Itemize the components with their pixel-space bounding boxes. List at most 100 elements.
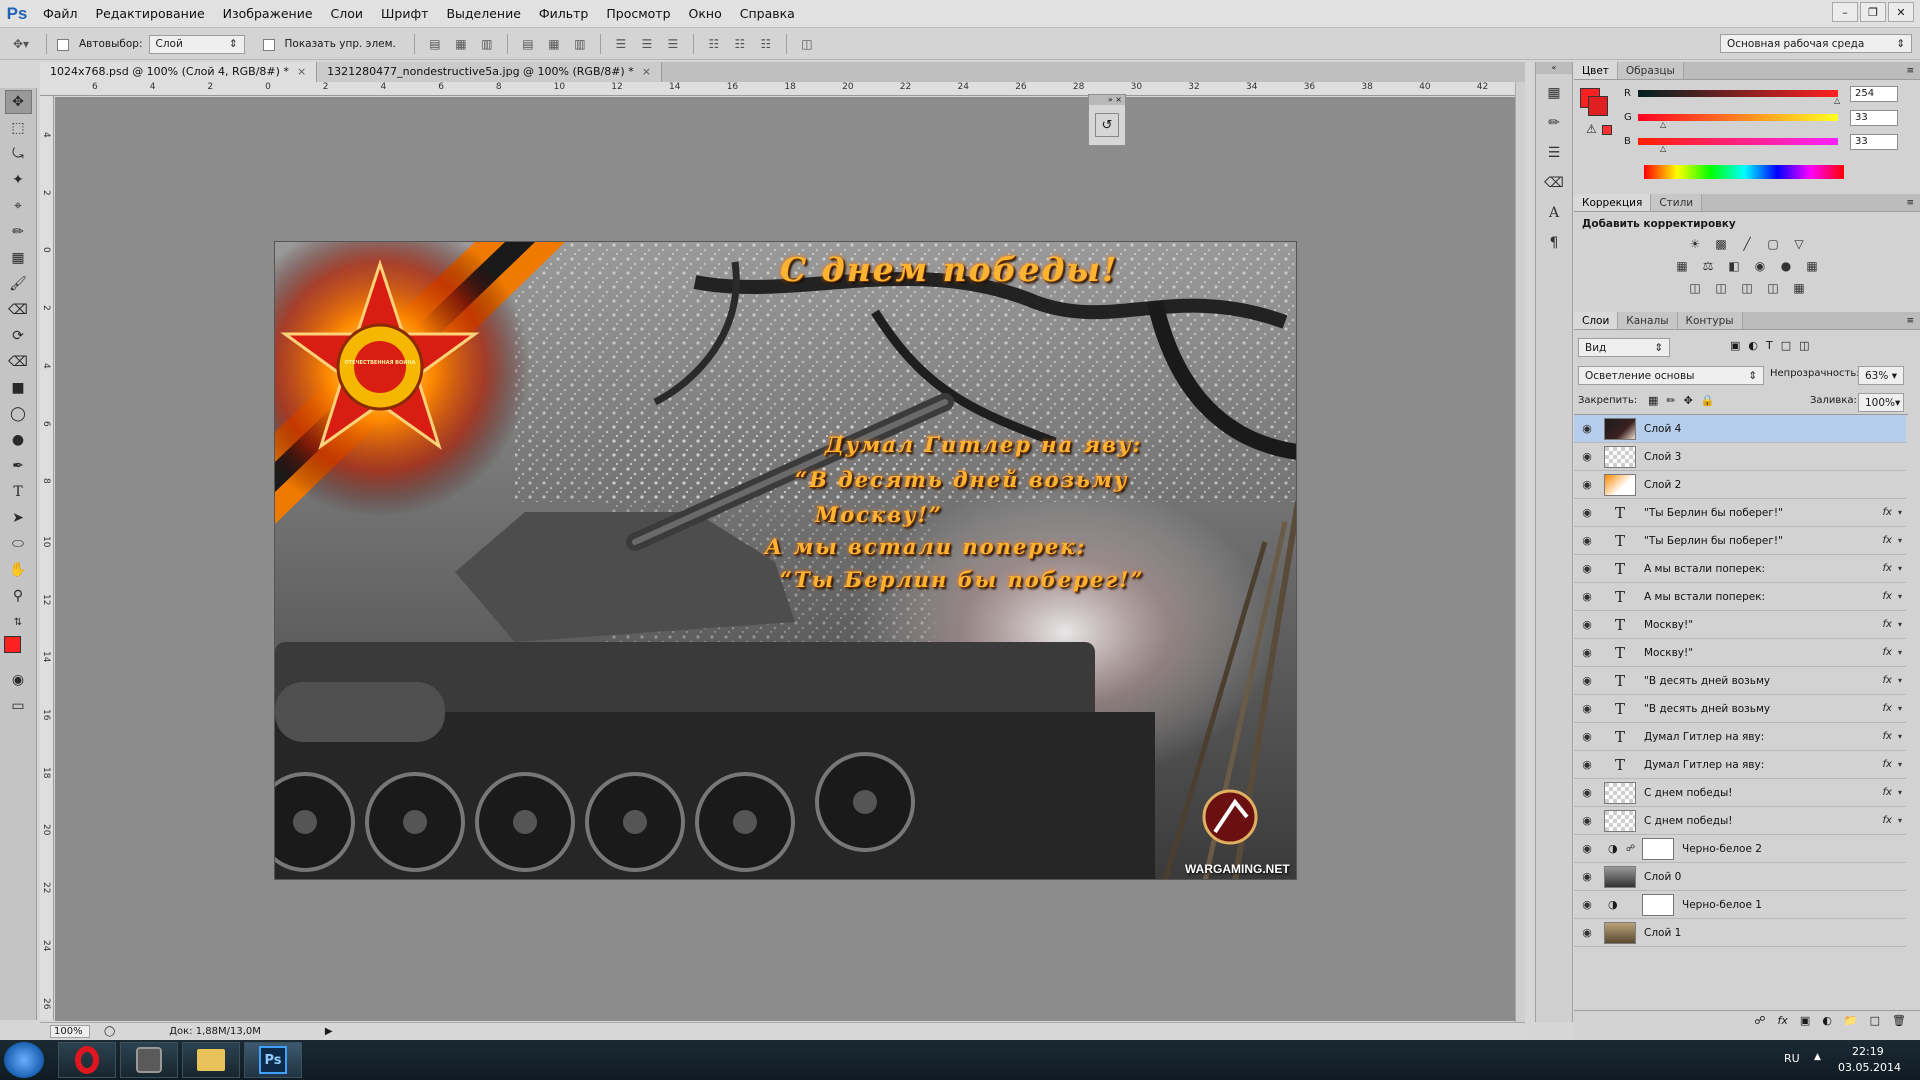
autoselect-checkbox[interactable] [57,38,73,51]
layer-row[interactable]: ◉ T Москву!" fx ▾ [1574,639,1906,667]
color-balance-icon[interactable]: ⚖ [1700,258,1717,274]
align-left-icon[interactable]: ▤ [518,35,538,53]
layer-row[interactable]: ◉ Слой 3 [1574,443,1906,471]
blend-mode-dropdown[interactable]: Осветление основы ⇕ [1578,366,1764,385]
brush-tool-icon[interactable]: 🖌 [5,272,32,296]
layer-thumbnail[interactable] [1604,417,1636,440]
history-icon[interactable]: ↺ [1095,113,1119,137]
history-brush-tool-icon[interactable]: ⟳ [5,324,32,348]
visibility-eye-icon[interactable]: ◉ [1574,842,1600,855]
crop-tool-icon[interactable]: ⌖ [5,194,32,218]
distribute-left-icon[interactable]: ☷ [704,35,724,53]
layer-row[interactable]: ◉ T "Ты Берлин бы поберег!" fx ▾ [1574,499,1906,527]
close-window-button[interactable]: ✕ [1888,2,1914,22]
layer-effects-icon[interactable]: fx [1883,507,1892,518]
visibility-eye-icon[interactable]: ◉ [1574,450,1600,463]
distribute-right-icon[interactable]: ☷ [756,35,776,53]
autoselect-dropdown[interactable]: Слой ⇕ [148,34,245,54]
visibility-eye-icon[interactable]: ◉ [1574,674,1600,687]
photoshop-taskbar-button[interactable]: Ps [244,1042,302,1078]
new-group-icon[interactable]: 📁 [1844,1014,1858,1027]
curves-icon[interactable]: ╱ [1739,236,1756,252]
quick-mask-icon[interactable]: ◉ [5,668,32,692]
layer-row[interactable]: ◉ Слой 4 [1574,415,1906,443]
threshold-icon[interactable]: ◫ [1739,280,1756,296]
stamp-tool-icon[interactable]: ⌫ [5,298,32,322]
document-image[interactable]: С днем победы! Думал Гитлер на яву: “В д… [274,241,1297,880]
expand-effects-icon[interactable]: ▾ [1898,704,1902,713]
layer-thumbnail[interactable] [1604,809,1636,832]
layer-filter-dropdown[interactable]: Вид ⇕ [1578,338,1670,357]
new-layer-icon[interactable]: □ [1870,1014,1880,1027]
quick-select-tool-icon[interactable]: ✦ [5,168,32,192]
b-value[interactable]: 33 [1850,134,1898,150]
visibility-eye-icon[interactable]: ◉ [1574,926,1600,939]
expand-effects-icon[interactable]: ▾ [1898,760,1902,769]
expand-effects-icon[interactable]: ▾ [1898,788,1902,797]
layer-thumbnail[interactable] [1604,865,1636,888]
layer-style-icon[interactable]: fx [1778,1014,1788,1027]
strip-collapse[interactable]: « [1536,62,1572,74]
menu-item[interactable]: Шрифт [372,0,437,28]
layer-thumbnail[interactable] [1604,473,1636,496]
menu-item[interactable]: Редактирование [87,0,214,28]
r-value[interactable]: 254 [1850,86,1898,102]
expand-effects-icon[interactable]: ▾ [1898,648,1902,657]
layer-row[interactable]: ◉ ◑ ☍ Черно-белое 2 [1574,835,1906,863]
dodge-tool-icon[interactable]: ● [5,428,32,452]
add-mask-icon[interactable]: ▣ [1800,1014,1810,1027]
panel-tab[interactable]: Образцы [1617,62,1684,79]
expand-effects-icon[interactable]: ▾ [1898,536,1902,545]
brush-panel-icon[interactable]: ✏ [1541,112,1567,134]
zoom-tool-icon[interactable]: ⚲ [5,584,32,608]
visibility-eye-icon[interactable]: ◉ [1574,590,1600,603]
visibility-eye-icon[interactable]: ◉ [1574,422,1600,435]
g-value[interactable]: 33 [1850,110,1898,126]
gradient-tool-icon[interactable]: ■ [5,376,32,400]
selective-color-icon[interactable]: ◫ [1765,280,1782,296]
expand-effects-icon[interactable]: ▾ [1898,620,1902,629]
layer-row[interactable]: ◉ С днем победы! fx ▾ [1574,779,1906,807]
expand-effects-icon[interactable]: ▾ [1898,676,1902,685]
menu-item[interactable]: Файл [34,0,87,28]
eraser-tool-icon[interactable]: ⌫ [5,350,32,374]
layer-effects-icon[interactable]: fx [1883,619,1892,630]
path-select-tool-icon[interactable]: ➤ [5,506,32,530]
menu-item[interactable]: Фильтр [530,0,597,28]
eyedropper-tool-icon[interactable]: ✏ [5,220,32,244]
clock-date[interactable]: 03.05.2014 [1838,1061,1901,1074]
menu-item[interactable]: Окно [680,0,731,28]
photo-filter-icon[interactable]: ◉ [1752,258,1769,274]
g-slider[interactable]: △ 33 [1638,110,1898,129]
layer-effects-icon[interactable]: fx [1883,647,1892,658]
foreground-color-swatch[interactable] [4,636,21,653]
distribute-top-icon[interactable]: ☰ [611,35,631,53]
layer-row[interactable]: ◉ С днем победы! fx ▾ [1574,807,1906,835]
blur-tool-icon[interactable]: ◯ [5,402,32,426]
lock-pixels-icon[interactable]: ✏ [1666,394,1675,407]
filter-text-icon[interactable]: T [1766,339,1773,352]
document-tab[interactable]: 1321280477_nondestructive5a.jpg @ 100% (… [317,62,662,82]
layer-effects-icon[interactable]: fx [1883,591,1892,602]
menu-item[interactable]: Выделение [437,0,529,28]
layer-row[interactable]: ◉ T Думал Гитлер на яву: fx ▾ [1574,751,1906,779]
visibility-eye-icon[interactable]: ◉ [1574,870,1600,883]
visibility-eye-icon[interactable]: ◉ [1574,562,1600,575]
zoom-level[interactable]: 100% [50,1025,90,1038]
warning-icon[interactable]: ⚠ [1586,122,1597,136]
panel-tab[interactable]: Контуры [1677,312,1743,329]
layer-row[interactable]: ◉ ◑ Черно-белое 1 [1574,891,1906,919]
levels-icon[interactable]: ▩ [1713,236,1730,252]
histogram-icon[interactable]: ▦ [1541,82,1567,104]
layer-thumbnail[interactable] [1604,921,1636,944]
expand-effects-icon[interactable]: ▾ [1898,564,1902,573]
panel-tab[interactable]: Слои [1574,312,1619,329]
lock-transparency-icon[interactable]: ▦ [1648,394,1658,407]
black-white-icon[interactable]: ◧ [1726,258,1743,274]
menu-item[interactable]: Изображение [214,0,322,28]
pen-tool-icon[interactable]: ✒ [5,454,32,478]
invert-icon[interactable]: ◫ [1687,280,1704,296]
bg-color-swatch[interactable] [1588,96,1608,116]
lock-all-icon[interactable]: 🔒 [1701,394,1715,407]
layer-thumbnail[interactable] [1604,445,1636,468]
